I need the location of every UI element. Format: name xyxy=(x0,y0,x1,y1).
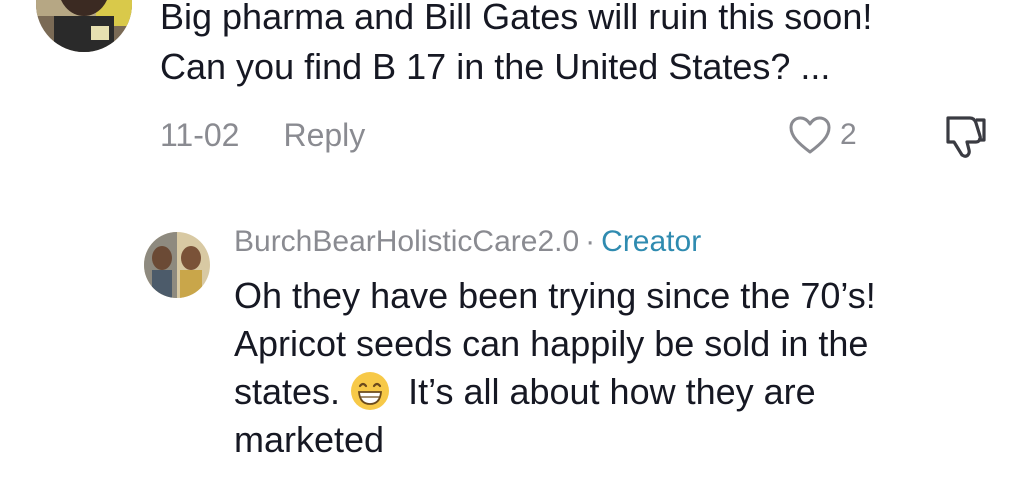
reply-line-part: It’s all about how they are xyxy=(408,371,816,412)
comment-line: Big pharma and Bill Gates will ruin this… xyxy=(160,0,873,37)
creator-avatar[interactable] xyxy=(144,232,210,298)
thumbs-down-icon xyxy=(946,116,986,158)
comment-line[interactable]: Can you find B 17 in the United States? … xyxy=(160,42,1010,92)
comment-body: Big pharma and Bill Gates will ruin this… xyxy=(160,0,1010,92)
like-button[interactable]: 2 xyxy=(788,112,857,158)
reply-username[interactable]: BurchBearHolisticCare2.0 xyxy=(234,225,579,259)
heart-outline-icon xyxy=(789,116,831,154)
like-count: 2 xyxy=(840,118,857,151)
comment-thread: Big pharma and Bill Gates will ruin this… xyxy=(0,0,1024,477)
reply-line: states. It’s all about how they are xyxy=(234,368,1014,416)
grinning-face-emoji xyxy=(351,372,390,410)
separator: · xyxy=(585,225,596,258)
reply-comment: BurchBearHolisticCare2.0 · Creator Oh th… xyxy=(144,222,1014,472)
reply-body: Oh they have been trying since the 70’s!… xyxy=(234,272,1014,464)
reply-button[interactable]: Reply xyxy=(283,117,365,154)
commenter-avatar[interactable] xyxy=(36,0,132,52)
reply-line: Apricot seeds can happily be sold in the xyxy=(234,323,869,364)
reply-line: marketed xyxy=(234,419,385,460)
reply-line-part: states. xyxy=(234,371,341,412)
reply-header: BurchBearHolisticCare2.0 · Creator xyxy=(234,222,701,262)
dislike-button[interactable] xyxy=(940,112,990,160)
reply-line: Oh they have been trying since the 70’s! xyxy=(234,275,876,316)
comment-date: 11-02 xyxy=(160,116,240,153)
creator-badge: Creator xyxy=(601,225,702,258)
comment-meta: 11-02 Reply xyxy=(160,112,365,158)
